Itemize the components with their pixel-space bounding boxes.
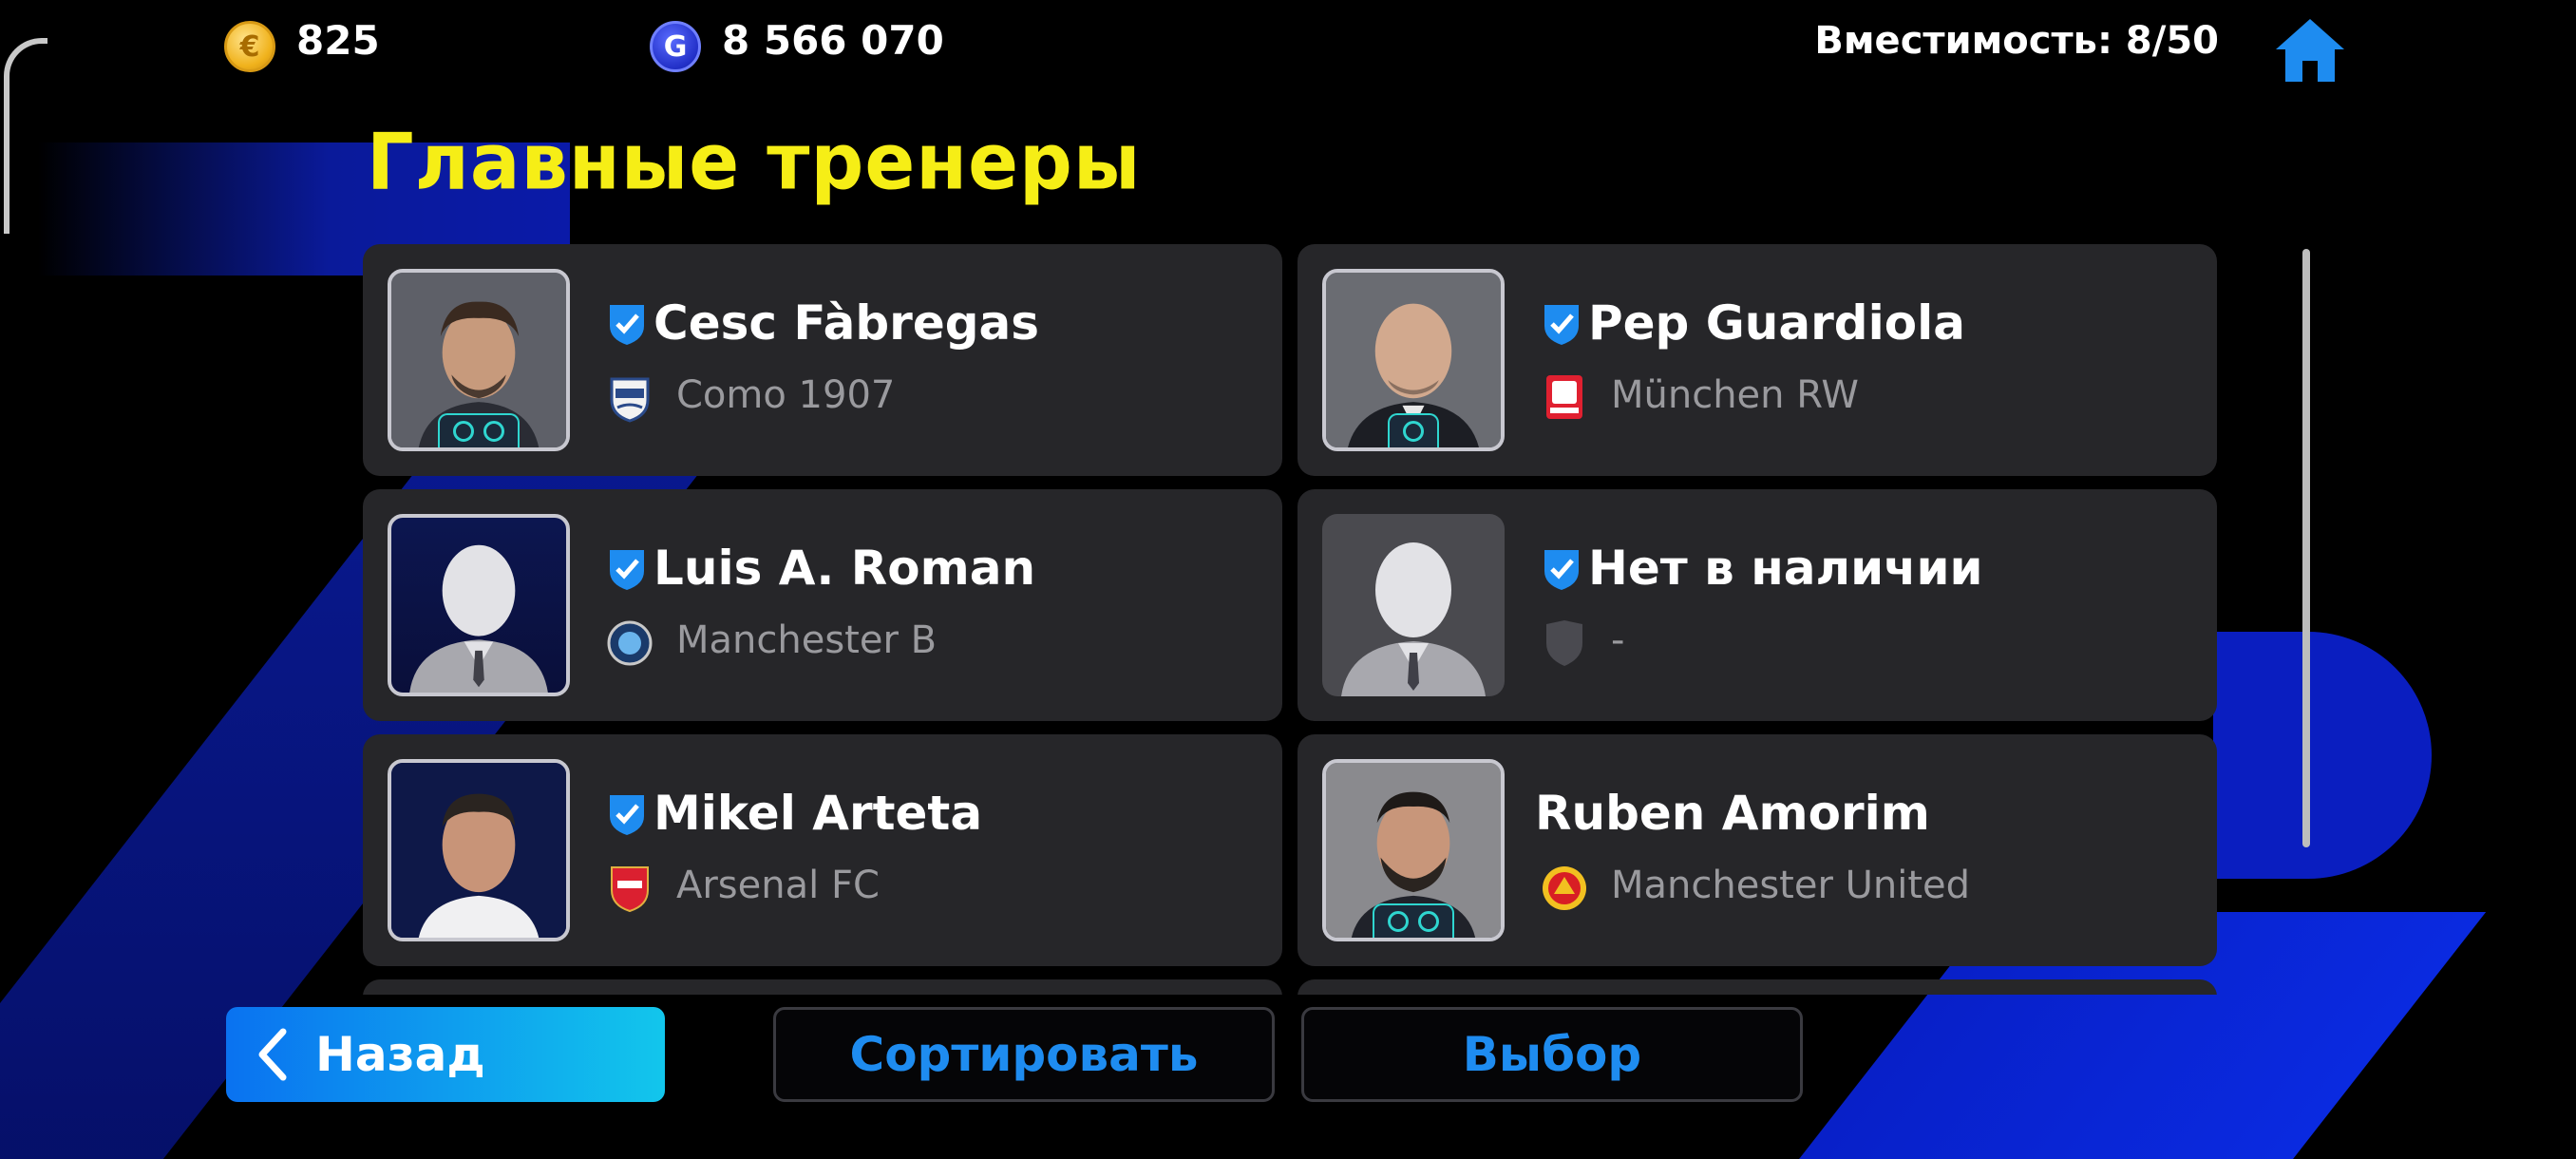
munchen-crest-icon bbox=[1546, 375, 1582, 419]
page-title: Главные тренеры bbox=[367, 117, 1142, 208]
ecoin-icon: € bbox=[224, 21, 275, 72]
verified-icon bbox=[610, 305, 644, 345]
coach-portrait bbox=[1322, 759, 1505, 941]
coach-portrait bbox=[1322, 514, 1505, 696]
back-button-label: Назад bbox=[315, 1027, 485, 1082]
capacity-label: Вместимость: 8/50 bbox=[1814, 19, 2219, 63]
chevron-left-icon bbox=[258, 1028, 287, 1081]
coach-club: München RW bbox=[1611, 373, 1859, 417]
scrollbar[interactable] bbox=[2302, 249, 2310, 847]
coach-name: Pep Guardiola bbox=[1588, 295, 1965, 351]
sort-button[interactable]: Сортировать bbox=[773, 1007, 1275, 1102]
coach-name: Luis A. Roman bbox=[653, 541, 1036, 596]
gp-icon: G bbox=[650, 21, 701, 72]
coach-portrait bbox=[388, 759, 570, 941]
coach-list: Cesc Fàbregas Como 1907 Pep Guardiola Mü… bbox=[363, 244, 2217, 995]
coach-card[interactable]: Cesc Fàbregas Como 1907 bbox=[363, 244, 1282, 476]
rank-badge bbox=[1373, 903, 1454, 938]
arsenal-crest-icon bbox=[611, 866, 649, 913]
coach-name: Mikel Arteta bbox=[653, 786, 983, 841]
coach-club: Arsenal FC bbox=[676, 864, 880, 907]
home-button[interactable] bbox=[2272, 15, 2348, 86]
coach-club: Como 1907 bbox=[676, 373, 896, 417]
background-shape bbox=[2213, 632, 2432, 879]
shield-icon bbox=[1546, 620, 1582, 666]
como-crest-icon bbox=[610, 377, 650, 423]
ecoin-amount: 825 bbox=[296, 17, 380, 64]
rank-badge bbox=[1388, 413, 1439, 447]
top-bar: € 825 G 8 566 070 Вместимость: 8/50 bbox=[0, 0, 2576, 91]
coach-portrait bbox=[388, 269, 570, 451]
gp-amount: 8 566 070 bbox=[722, 17, 944, 64]
select-button[interactable]: Выбор bbox=[1301, 1007, 1803, 1102]
coach-name: Ruben Amorim bbox=[1535, 786, 1930, 841]
verified-icon bbox=[610, 795, 644, 835]
verified-icon bbox=[1544, 305, 1579, 345]
coach-card[interactable]: Mikel Arteta Arsenal FC bbox=[363, 734, 1282, 966]
verified-icon bbox=[610, 550, 644, 590]
rank-badge bbox=[438, 413, 520, 447]
select-button-label: Выбор bbox=[1462, 1027, 1642, 1082]
back-button[interactable]: Назад bbox=[226, 1007, 665, 1102]
coach-card-partial[interactable] bbox=[363, 979, 1282, 995]
home-icon bbox=[2276, 19, 2344, 82]
coach-club: Manchester United bbox=[1611, 864, 1971, 907]
coach-card[interactable]: Pep Guardiola München RW bbox=[1297, 244, 2217, 476]
manchester-b-crest-icon bbox=[607, 620, 653, 666]
coach-card-partial[interactable] bbox=[1297, 979, 2217, 995]
coach-portrait bbox=[388, 514, 570, 696]
coach-club: Manchester B bbox=[676, 618, 938, 662]
coach-club: - bbox=[1611, 618, 1625, 662]
coach-name: Cesc Fàbregas bbox=[653, 295, 1040, 351]
coach-card[interactable]: Luis A. Roman Manchester B bbox=[363, 489, 1282, 721]
sort-button-label: Сортировать bbox=[849, 1027, 1199, 1082]
coach-card[interactable]: Нет в наличии - bbox=[1297, 489, 2217, 721]
coach-name: Нет в наличии bbox=[1588, 541, 1983, 596]
coach-portrait bbox=[1322, 269, 1505, 451]
coach-card[interactable]: Ruben Amorim Manchester United bbox=[1297, 734, 2217, 966]
verified-icon bbox=[1544, 550, 1579, 590]
manchester-united-crest-icon bbox=[1543, 866, 1586, 910]
